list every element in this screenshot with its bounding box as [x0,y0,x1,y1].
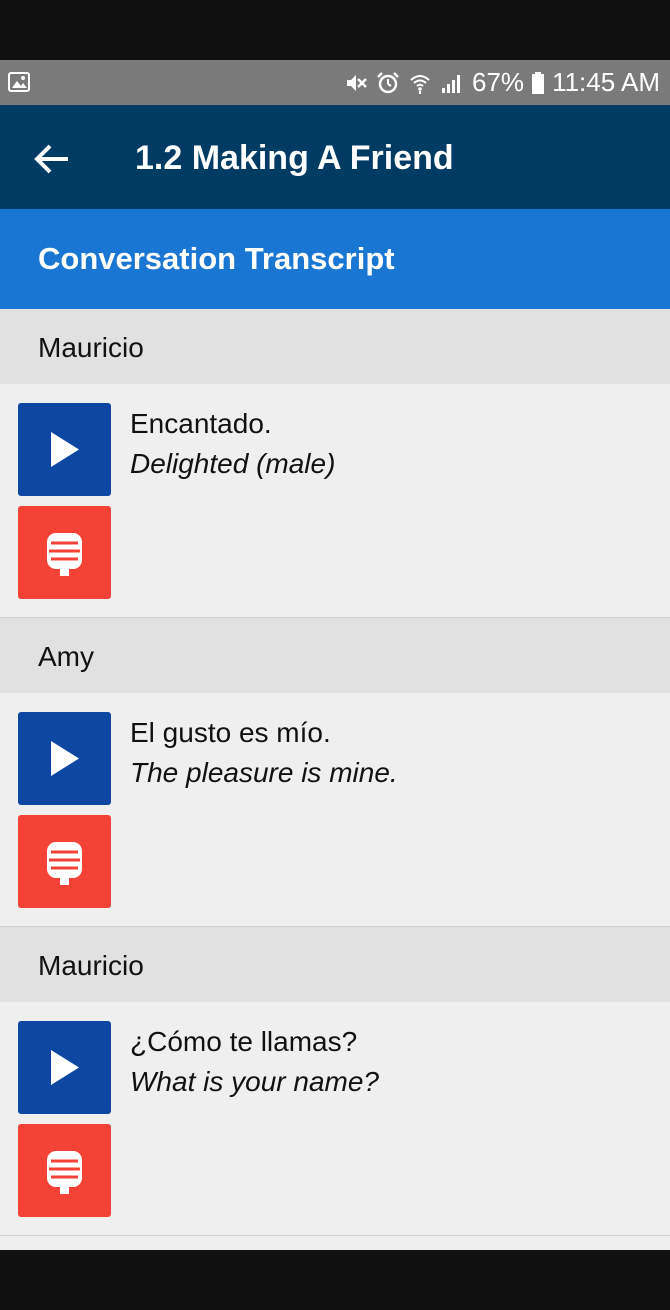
signal-icon [442,74,461,93]
battery-icon [532,71,545,94]
alarm-icon [377,71,399,93]
english-translation: What is your name? [130,1066,379,1097]
record-button[interactable] [18,815,111,908]
play-icon [51,432,79,467]
section-title: Conversation Transcript [38,241,395,276]
english-translation: Delighted (male) [130,448,336,479]
microphone-icon [47,842,82,885]
transcript-list[interactable]: Mauricio Encantado. Delighted (male) Amy [0,309,670,1250]
bottom-bezel [0,1250,670,1310]
top-bezel [0,0,670,60]
app-bar: 1.2 Making A Friend [0,105,670,209]
gallery-icon [8,72,30,92]
play-button[interactable] [18,712,111,805]
speaker-name: Amy [0,618,670,693]
play-icon [51,1050,79,1085]
section-header: Conversation Transcript [0,209,670,309]
record-button[interactable] [18,506,111,599]
spanish-phrase: El gusto es mío. [130,717,331,748]
arrow-back-icon[interactable] [30,137,74,181]
play-icon [51,741,79,776]
mute-icon [347,74,367,91]
page-title: 1.2 Making A Friend [135,139,454,177]
clock: 11:45 AM [552,67,660,97]
play-button[interactable] [18,403,111,496]
microphone-icon [47,533,82,576]
play-button[interactable] [18,1021,111,1114]
record-button[interactable] [18,1124,111,1217]
spanish-phrase: Encantado. [130,408,272,439]
english-translation: The pleasure is mine. [130,757,398,788]
status-bar: 67% 11:45 AM [0,60,670,105]
battery-percent: 67% [472,67,525,97]
speaker-name: Mauricio [0,309,670,384]
spanish-phrase: ¿Cómo te llamas? [130,1026,358,1057]
speaker-name: Mauricio [0,927,670,1002]
wifi-icon [410,74,430,94]
transcript-entry: ¿Cómo te llamas? What is your name? [0,1002,670,1236]
transcript-entry: El gusto es mío. The pleasure is mine. [0,693,670,927]
transcript-entry: Encantado. Delighted (male) [0,384,670,618]
microphone-icon [47,1151,82,1194]
